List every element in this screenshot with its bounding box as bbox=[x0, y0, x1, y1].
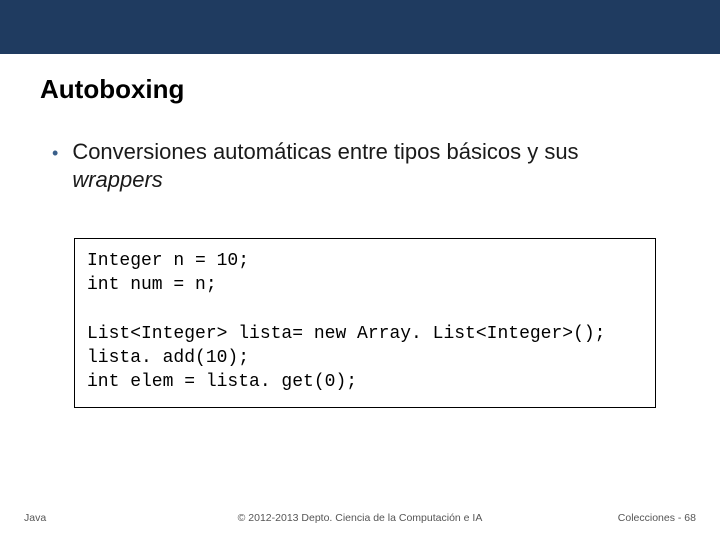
code-block: Integer n = 10; int num = n; List<Intege… bbox=[74, 238, 656, 408]
bullet-dot-icon: • bbox=[52, 142, 58, 165]
bullet-text-pre: Conversiones automáticas entre tipos bás… bbox=[72, 139, 578, 164]
bullet-item: • Conversiones automáticas entre tipos b… bbox=[52, 138, 672, 193]
slide: Autoboxing • Conversiones automáticas en… bbox=[0, 0, 720, 540]
footer-center: © 2012-2013 Depto. Ciencia de la Computa… bbox=[0, 512, 720, 524]
header-bar bbox=[0, 0, 720, 54]
bullet-text: Conversiones automáticas entre tipos bás… bbox=[72, 138, 672, 193]
bullet-text-italic: wrappers bbox=[72, 167, 162, 192]
footer-right: Colecciones - 68 bbox=[618, 512, 696, 524]
slide-title: Autoboxing bbox=[40, 74, 184, 105]
